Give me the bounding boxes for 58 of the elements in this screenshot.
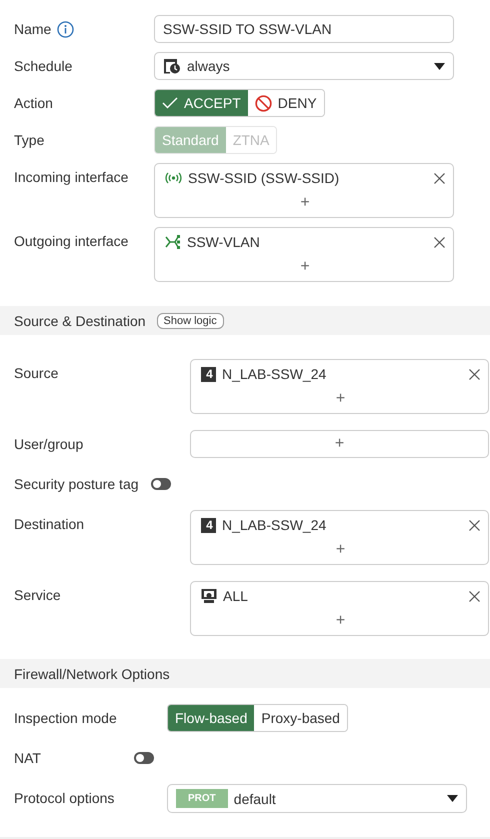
remove-icon[interactable]: [469, 368, 480, 380]
check-icon: [162, 97, 178, 109]
remove-icon[interactable]: [434, 236, 445, 248]
field-label: Destination: [14, 516, 84, 532]
remove-icon[interactable]: [469, 520, 480, 530]
section-title: Source & Destination: [14, 312, 146, 328]
field-label: Name: [14, 21, 52, 37]
option-button[interactable]: ACCEPT: [155, 90, 248, 116]
add-button[interactable]: +: [334, 434, 344, 454]
option-button[interactable]: Flow-based: [168, 705, 254, 731]
caret-icon: [447, 795, 458, 802]
caret-icon: [434, 62, 445, 70]
add-button[interactable]: +: [300, 193, 310, 213]
protocol-tag: PROT: [176, 789, 228, 808]
address-badge: 4: [201, 518, 216, 532]
selected-entry: N_LAB-SSW_24: [222, 366, 328, 382]
wireless-icon: [165, 172, 182, 184]
selected-entry: N_LAB-SSW_24: [222, 517, 328, 533]
remove-icon[interactable]: [469, 590, 480, 602]
add-button[interactable]: +: [336, 389, 346, 409]
multi-select-field[interactable]: SSW-VLAN +: [154, 227, 454, 282]
remove-icon[interactable]: [434, 172, 445, 184]
field-label: Incoming interface: [14, 169, 128, 185]
selected-entry: SSW-SSID (SSW-SSID): [188, 170, 340, 186]
field-label: User/group: [14, 436, 84, 452]
field-label: Schedule: [14, 58, 72, 74]
select-field[interactable]: always: [154, 52, 454, 80]
add-button[interactable]: +: [300, 257, 310, 277]
multi-select-field[interactable]: 4 N_LAB-SSW_24 +: [190, 359, 489, 414]
field-label: Service: [14, 587, 61, 603]
show-logic-button[interactable]: Show logic: [156, 312, 224, 328]
toggle-switch[interactable]: [134, 752, 154, 764]
field-label: NAT: [14, 750, 41, 766]
network-icon: [165, 235, 181, 249]
multi-select-field[interactable]: 4 N_LAB-SSW_24 +: [190, 510, 489, 565]
selected-entry: ALL: [223, 588, 249, 604]
multi-select-field[interactable]: +: [190, 430, 489, 458]
toggle-switch[interactable]: [150, 478, 171, 490]
field-label: Outgoing interface: [14, 233, 128, 249]
add-button[interactable]: +: [336, 611, 346, 631]
prohibited-icon: [254, 94, 272, 112]
monitor-icon: [201, 588, 217, 604]
multi-select-field[interactable]: ALL +: [190, 581, 489, 636]
selected-entry: SSW-VLAN: [187, 234, 261, 250]
section-title: Firewall/Network Options: [14, 666, 170, 682]
field-label: Inspection mode: [14, 710, 117, 726]
address-badge: 4: [201, 366, 216, 382]
info-icon[interactable]: [57, 20, 74, 38]
field-label: Source: [14, 365, 58, 381]
field-label: Type: [14, 132, 44, 148]
multi-select-field[interactable]: SSW-SSID (SSW-SSID) +: [154, 163, 454, 218]
add-button[interactable]: +: [336, 540, 346, 560]
field-label: Action: [14, 95, 53, 111]
field-label: Protocol options: [14, 790, 114, 806]
field-label: Security posture tag: [14, 476, 139, 492]
select-field[interactable]: PROT default: [167, 784, 467, 813]
name-field[interactable]: SSW-SSID TO SSW-VLAN: [154, 15, 454, 43]
calendar-clock-icon: [163, 58, 181, 74]
